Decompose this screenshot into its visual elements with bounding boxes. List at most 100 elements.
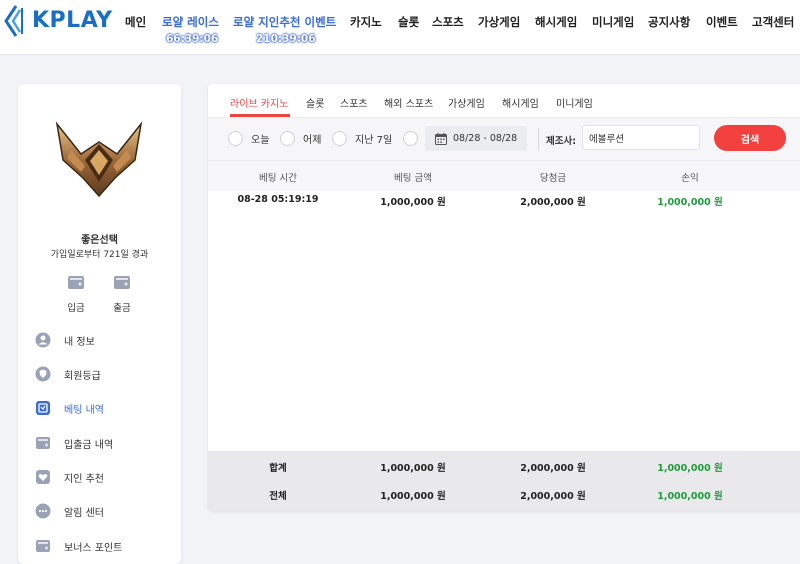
sidebar-item-label: 내 정보 [64,336,95,348]
kplay-logo[interactable]: KPLAY [4,4,114,38]
nav-hash-game[interactable]: 해시게임 [535,14,577,30]
subtotal-bet-amount: 1,000,000 원 [380,463,446,474]
nav-royal-race[interactable]: 로얄 레이스 [162,14,219,30]
top-header: KPLAY 메인 로얄 레이스 66:39:06 로얄 지인추천 이벤트 210… [0,0,800,55]
sidebar-item-member-level[interactable]: 회원등급 [35,364,175,384]
user-sidebar: 좋은선택 가입일로부터 721일 경과 입금 출금 내 정보 회원등급 베팅 내… [18,84,181,564]
sidebar-item-label: 베팅 내역 [64,404,104,416]
date-range-text: 08/28 - 08/28 [453,133,518,144]
calendar-icon [435,132,447,145]
tab-sports[interactable]: 스포츠 [340,95,368,110]
level-shield-icon [35,366,51,382]
filter-last7-radio[interactable]: 지난 7일 [332,131,392,146]
referral-event-timer: 210:39:06 [256,33,316,45]
withdraw-label: 출금 [113,303,131,314]
total-label: 전체 [269,491,287,502]
logo-mark-icon [4,5,23,37]
manufacturer-input[interactable] [582,125,700,150]
deposit-button[interactable]: 입금 [56,274,96,314]
tab-live-casino[interactable]: 라이브 카지노 [230,95,288,110]
subtotal-label: 합계 [269,463,287,474]
nav-mini-game[interactable]: 미니게임 [592,14,634,30]
nav-customer-center[interactable]: 고객센터 [752,14,794,30]
search-button[interactable]: 검색 [714,125,786,151]
sidebar-item-label: 입출금 내역 [64,439,114,451]
transaction-icon [36,437,50,449]
sidebar-item-betting-history[interactable]: 베팅 내역 [35,398,175,418]
nav-event[interactable]: 이벤트 [706,14,738,30]
nav-main[interactable]: 메인 [125,14,146,30]
membership-days: 가입일로부터 721일 경과 [50,250,149,260]
sidebar-item-referral[interactable]: 지인 추천 [35,467,175,487]
active-tab-indicator [230,114,290,117]
sidebar-item-bonus-points[interactable]: 보너스 포인트 [35,536,175,556]
sidebar-item-transaction-history[interactable]: 입출금 내역 [35,433,175,453]
wallet-icon [68,276,84,289]
radio-circle [280,131,295,146]
tab-overseas-sports[interactable]: 해외 스포츠 [384,95,433,110]
cell-profit-loss: 1,000,000 원 [657,197,723,208]
column-profit-loss: 손익 [681,173,699,184]
total-bet-amount: 1,000,000 원 [380,491,446,502]
tab-virtual-game[interactable]: 가상게임 [448,95,485,110]
wallet-icon [114,276,130,289]
cell-bet-amount: 1,000,000 원 [380,197,446,208]
radio-label: 오늘 [251,135,270,146]
tab-slot[interactable]: 슬롯 [306,95,324,110]
nav-sports[interactable]: 스포츠 [432,14,464,30]
sidebar-item-my-info[interactable]: 내 정보 [35,330,175,350]
user-bubble-icon [35,332,51,348]
radio-circle [332,131,347,146]
royal-race-timer: 66:39:06 [166,33,219,45]
user-name: 좋은선택 [81,235,118,246]
column-bet-amount: 베팅 금액 [394,173,432,184]
filter-custom-radio[interactable] [403,131,418,146]
nav-royal-referral-event[interactable]: 로얄 지인추천 이벤트 [233,14,336,30]
filter-yesterday-radio[interactable]: 어제 [280,131,321,146]
table-header: 베팅 시간 베팅 금액 당첨금 손익 [208,161,800,191]
nav-slot[interactable]: 슬롯 [398,14,419,30]
betting-history-icon [36,401,50,415]
chat-dots-icon [35,503,51,519]
radio-label: 지난 7일 [355,135,393,146]
tab-hash-game[interactable]: 해시게임 [502,95,539,110]
date-range-picker[interactable]: 08/28 - 08/28 [425,126,527,151]
subtotal-row: 합계 1,000,000 원 2,000,000 원 1,000,000 원 [208,451,800,481]
total-winnings: 2,000,000 원 [520,491,586,502]
sidebar-item-notification-center[interactable]: 알림 센터 [35,501,175,521]
radio-circle [403,131,418,146]
radio-label: 어제 [303,135,322,146]
game-category-tabs: 라이브 카지노 슬롯 스포츠 해외 스포츠 가상게임 해시게임 미니게임 [208,84,800,118]
subtotal-winnings: 2,000,000 원 [520,463,586,474]
total-profit-loss: 1,000,000 원 [657,491,723,502]
bonus-point-icon [36,540,50,552]
table-footer: 합계 1,000,000 원 2,000,000 원 1,000,000 원 전… [208,451,800,511]
sidebar-item-label: 보너스 포인트 [64,542,123,554]
nav-casino[interactable]: 카지노 [350,14,382,30]
sidebar-item-label: 지인 추천 [64,473,104,485]
nav-notice[interactable]: 공지사항 [648,14,690,30]
logo-text: KPLAY [32,8,113,33]
table-row[interactable]: 08-28 05:19:19 1,000,000 원 2,000,000 원 1… [208,191,800,221]
cell-bet-time: 08-28 05:19:19 [237,194,319,205]
filter-today-radio[interactable]: 오늘 [228,131,269,146]
radio-circle [228,131,243,146]
withdraw-button[interactable]: 출금 [102,274,142,314]
total-row: 전체 1,000,000 원 2,000,000 원 1,000,000 원 [208,481,800,511]
filter-divider [538,128,539,150]
cell-winnings: 2,000,000 원 [520,197,586,208]
subtotal-profit-loss: 1,000,000 원 [657,463,723,474]
table-body: 08-28 05:19:19 1,000,000 원 2,000,000 원 1… [208,191,800,452]
nav-virtual-game[interactable]: 가상게임 [478,14,520,30]
betting-history-panel: 라이브 카지노 슬롯 스포츠 해외 스포츠 가상게임 해시게임 미니게임 오늘 … [208,84,800,511]
filter-bar: 오늘 어제 지난 7일 08/28 - 08/28 제조사: 검색 [208,118,800,161]
sidebar-item-label: 알림 센터 [64,507,104,519]
deposit-label: 입금 [67,303,85,314]
rank-badge-icon [55,121,143,198]
tab-mini-game[interactable]: 미니게임 [556,95,593,110]
column-winnings: 당첨금 [539,173,567,184]
sidebar-item-label: 회원등급 [64,370,101,382]
column-bet-time: 베팅 시간 [259,173,297,184]
manufacturer-label: 제조사: [546,136,577,147]
heart-icon [36,470,50,484]
